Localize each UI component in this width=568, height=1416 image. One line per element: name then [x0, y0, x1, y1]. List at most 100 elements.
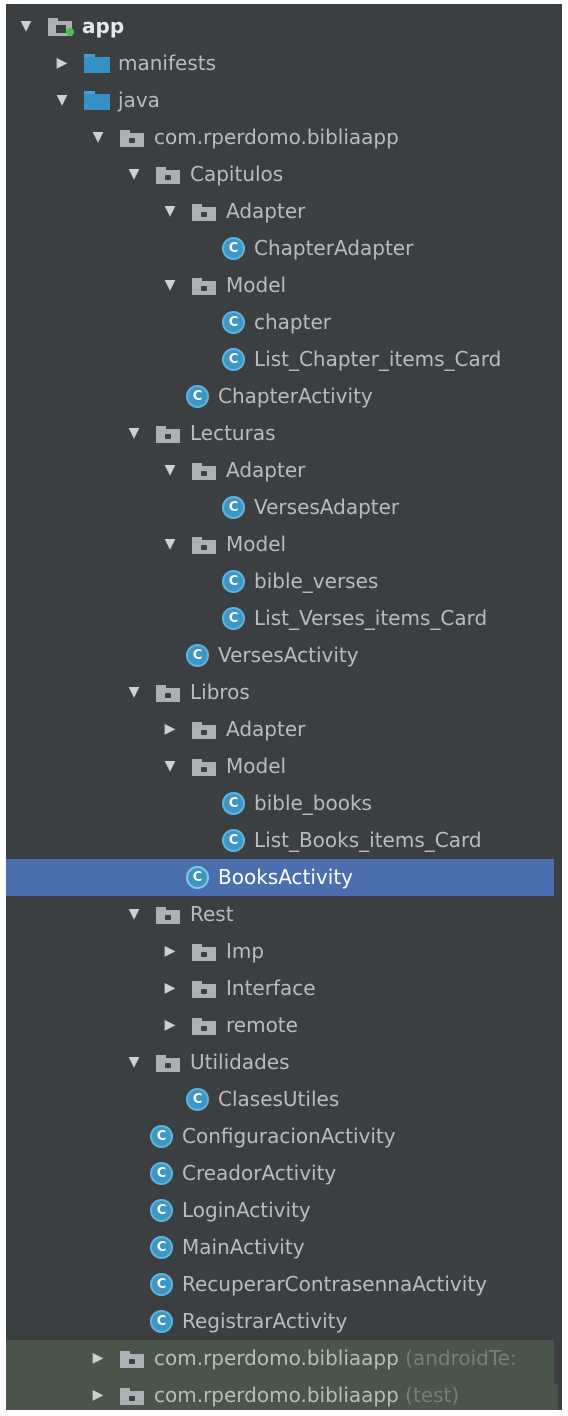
tree-item-label: Interface — [226, 970, 316, 1007]
tree-item-label: ChapterAdapter — [254, 230, 413, 267]
expand-arrow-right-icon[interactable]: ▶ — [162, 711, 178, 748]
tree-item-label: bible_books — [254, 785, 372, 822]
tree-row-bible-books[interactable]: Cbible_books — [6, 785, 558, 822]
class-icon: C — [222, 570, 245, 593]
expand-arrow-down-icon[interactable]: ▼ — [54, 82, 70, 119]
tree-item-label: VersesActivity — [218, 637, 359, 674]
tree-item-text: Libros — [190, 680, 250, 704]
tree-row-chapteractivity[interactable]: C ChapterActivity — [6, 378, 558, 415]
tree-row-bible-verses[interactable]: Cbible_verses — [6, 563, 558, 600]
tree-row-adapter[interactable]: ▼ Adapter — [6, 193, 558, 230]
tree-row-java[interactable]: ▼ java — [6, 82, 558, 119]
expand-arrow-right-icon[interactable]: ▶ — [162, 1007, 178, 1044]
tree-row-chapteradapter[interactable]: C ChapterAdapter — [6, 230, 558, 267]
expand-arrow-right-icon[interactable]: ▶ — [90, 1377, 106, 1410]
expand-arrow-right-icon[interactable]: ▶ — [162, 933, 178, 970]
tree-row-loginactivity[interactable]: C LoginActivity — [6, 1192, 558, 1229]
tree-row-com-rperdomo-bibliaapp[interactable]: ▶ com.rperdomo.bibliaapp (test) — [6, 1377, 558, 1410]
tree-row-interface[interactable]: ▶ Interface — [6, 970, 558, 1007]
tree-item-text: VersesActivity — [218, 643, 359, 667]
tree-row-utilidades[interactable]: ▼ Utilidades — [6, 1044, 558, 1081]
tree-row-imp[interactable]: ▶ Imp — [6, 933, 558, 970]
tree-row-manifests[interactable]: ▶ manifests — [6, 45, 558, 82]
expand-arrow-down-icon[interactable]: ▼ — [126, 415, 142, 452]
tree-item-text: ConfiguracionActivity — [182, 1124, 396, 1148]
expand-arrow-down-icon[interactable]: ▼ — [162, 748, 178, 785]
class-icon: C — [150, 1310, 173, 1333]
tree-row-libros[interactable]: ▼ Libros — [6, 674, 558, 711]
class-icon: C — [150, 1273, 173, 1296]
tree-row-list-verses-items-card[interactable]: C List_Verses_items_Card — [6, 600, 558, 637]
tree-row-recuperarcontrasennaactivity[interactable]: C RecuperarContrasennaActivity — [6, 1266, 558, 1303]
expand-arrow-down-icon[interactable]: ▼ — [18, 8, 34, 45]
tree-item-label: com.rperdomo.bibliaapp — [154, 119, 399, 156]
tree-row-com-rperdomo-bibliaapp[interactable]: ▶ com.rperdomo.bibliaapp (androidTe: — [6, 1340, 558, 1377]
tree-item-text: Model — [226, 532, 287, 556]
tree-item-label: Utilidades — [190, 1044, 290, 1081]
tree-item-text: ChapterActivity — [218, 384, 373, 408]
expand-arrow-down-icon[interactable]: ▼ — [162, 452, 178, 489]
package-folder-icon — [156, 1053, 182, 1072]
tree-row-adapter[interactable]: ▼ Adapter — [6, 452, 558, 489]
tree-row-remote[interactable]: ▶ remote — [6, 1007, 558, 1044]
class-icon: C — [222, 311, 245, 334]
folder-icon — [84, 54, 110, 73]
expand-arrow-right-icon[interactable]: ▶ — [54, 45, 70, 82]
tree-row-com-rperdomo-bibliaapp[interactable]: ▼ com.rperdomo.bibliaapp — [6, 119, 558, 156]
package-folder-icon — [192, 1016, 218, 1035]
tree-row-registraractivity[interactable]: C RegistrarActivity — [6, 1303, 558, 1340]
tree-row-model[interactable]: ▼ Model — [6, 526, 558, 563]
tree-item-label: RegistrarActivity — [182, 1303, 347, 1340]
tree-row-list-chapter-items-card[interactable]: C List_Chapter_items_Card — [6, 341, 558, 378]
package-folder-icon — [192, 942, 218, 961]
expand-arrow-down-icon[interactable]: ▼ — [90, 119, 106, 156]
tree-row-mainactivity[interactable]: C MainActivity — [6, 1229, 558, 1266]
tree-row-model[interactable]: ▼ Model — [6, 267, 558, 304]
package-folder-icon — [120, 128, 146, 147]
tree-row-configuracionactivity[interactable]: C ConfiguracionActivity — [6, 1118, 558, 1155]
tree-item-label: chapter — [254, 304, 331, 341]
tree-item-label: VersesAdapter — [254, 489, 399, 526]
expand-arrow-down-icon[interactable]: ▼ — [162, 526, 178, 563]
expand-arrow-down-icon[interactable]: ▼ — [126, 1044, 142, 1081]
tree-item-label: com.rperdomo.bibliaapp (androidTe: — [154, 1340, 517, 1377]
tree-row-app[interactable]: ▼ app — [6, 8, 558, 45]
expand-arrow-down-icon[interactable]: ▼ — [126, 674, 142, 711]
tree-row-clasesutiles[interactable]: C ClasesUtiles — [6, 1081, 558, 1118]
tree-item-label: Capitulos — [190, 156, 283, 193]
class-icon: C — [186, 866, 209, 889]
expand-arrow-down-icon[interactable]: ▼ — [162, 267, 178, 304]
package-folder-icon — [156, 424, 182, 443]
tree-item-label: Lecturas — [190, 415, 276, 452]
tree-item-text: Model — [226, 754, 287, 778]
expand-arrow-right-icon[interactable]: ▶ — [162, 970, 178, 1007]
expand-arrow-down-icon[interactable]: ▼ — [126, 156, 142, 193]
expand-arrow-down-icon[interactable]: ▼ — [126, 896, 142, 933]
tree-row-versesactivity[interactable]: C VersesActivity — [6, 637, 558, 674]
tree-row-list-books-items-card[interactable]: C List_Books_items_Card — [6, 822, 558, 859]
tree-row-lecturas[interactable]: ▼ Lecturas — [6, 415, 558, 452]
tree-item-text: com.rperdomo.bibliaapp — [154, 125, 399, 149]
tree-row-model[interactable]: ▼ Model — [6, 748, 558, 785]
package-folder-icon — [192, 979, 218, 998]
tree-row-chapter[interactable]: Cchapter — [6, 304, 558, 341]
tree-row-versesadapter[interactable]: C VersesAdapter — [6, 489, 558, 526]
tree-row-rest[interactable]: ▼ Rest — [6, 896, 558, 933]
tree-row-creadoractivity[interactable]: C CreadorActivity — [6, 1155, 558, 1192]
package-folder-icon — [156, 165, 182, 184]
expand-arrow-down-icon[interactable]: ▼ — [162, 193, 178, 230]
tree-item-text: Rest — [190, 902, 234, 926]
tree-item-text: Adapter — [226, 458, 306, 482]
class-icon: C — [222, 829, 245, 852]
tree-item-text: com.rperdomo.bibliaapp — [154, 1383, 399, 1407]
scrollbar[interactable] — [554, 4, 562, 1384]
source-set-suffix: (test) — [398, 1383, 460, 1407]
tree-item-text: chapter — [254, 310, 331, 334]
package-folder-icon — [192, 202, 218, 221]
tree-row-adapter[interactable]: ▶ Adapter — [6, 711, 558, 748]
package-folder-icon — [192, 461, 218, 480]
tree-row-capitulos[interactable]: ▼ Capitulos — [6, 156, 558, 193]
expand-arrow-right-icon[interactable]: ▶ — [90, 1340, 106, 1377]
tree-row-booksactivity[interactable]: C BooksActivity — [6, 859, 558, 896]
tree-item-text: bible_verses — [254, 569, 379, 593]
